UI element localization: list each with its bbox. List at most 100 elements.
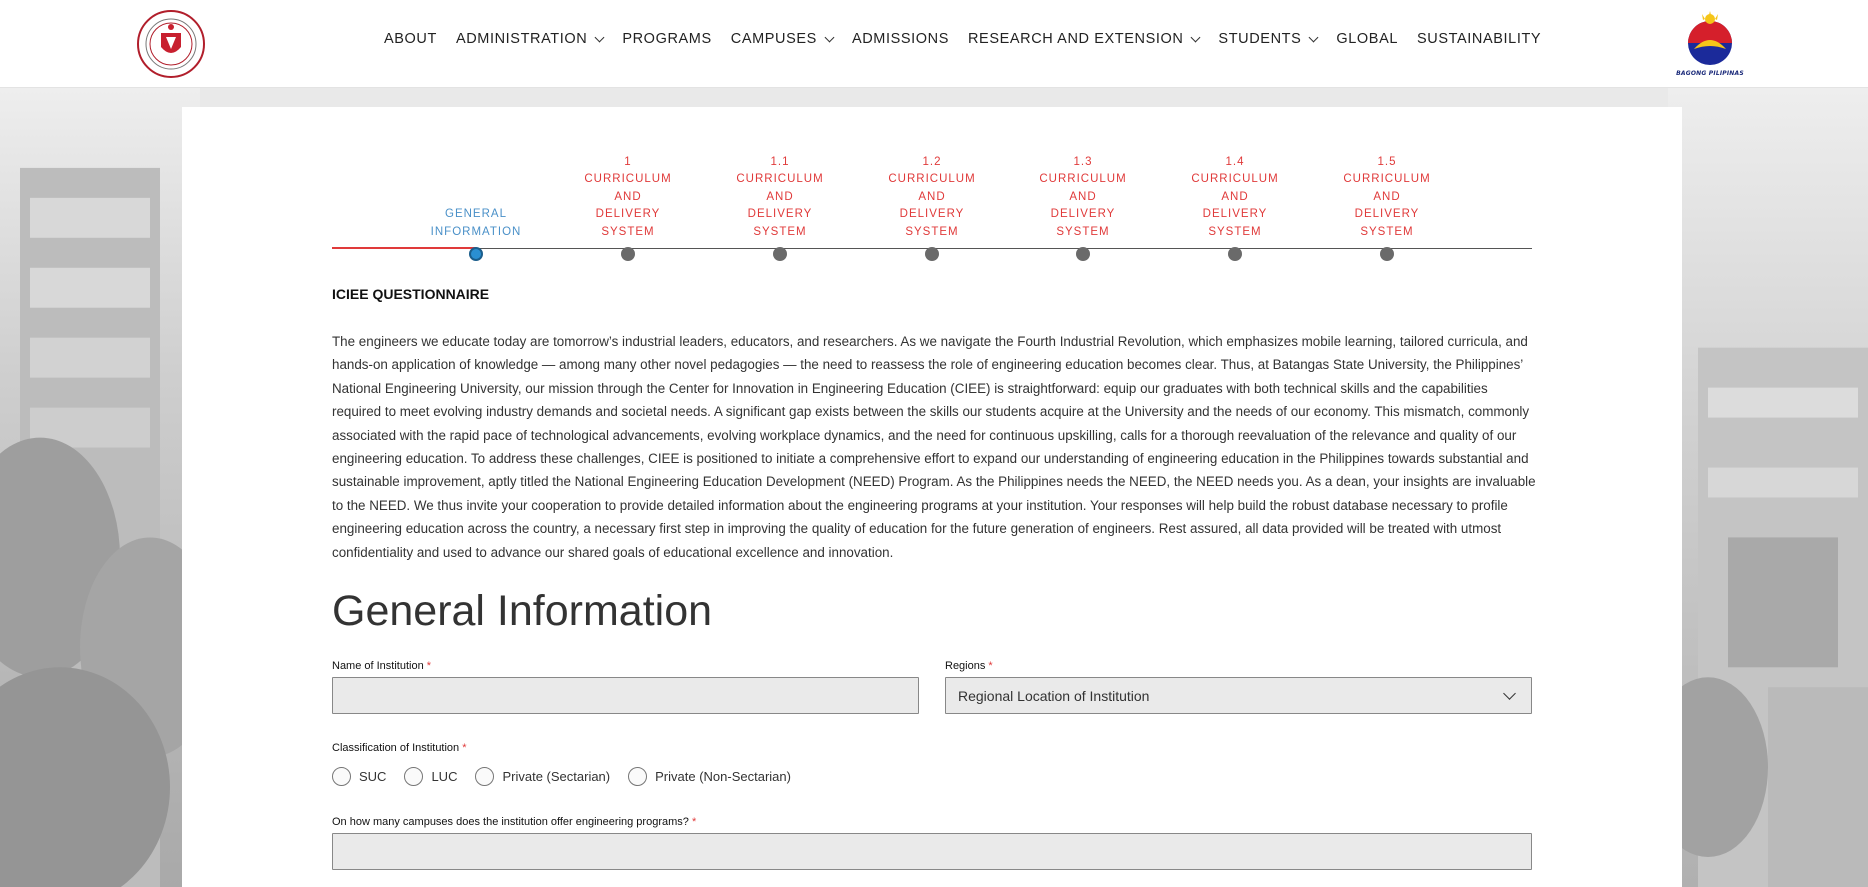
page-title: General Information — [332, 587, 713, 635]
step-label-line: SYSTEM — [1208, 225, 1262, 238]
radio-private-non-sectarian[interactable]: Private (Non-Sectarian) — [628, 767, 791, 786]
radio-suc[interactable]: SUC — [332, 767, 386, 786]
radio-circle-icon[interactable] — [628, 767, 648, 786]
university-seal-icon[interactable] — [136, 9, 206, 79]
step-label-line: AND — [918, 190, 946, 203]
step-dot — [1380, 247, 1394, 261]
required-mark: * — [426, 660, 432, 672]
step-dot-active — [469, 247, 483, 261]
step-label-line: AND — [766, 190, 794, 203]
chevron-down-icon — [594, 32, 605, 42]
step-label-line: CURRICULUM — [736, 173, 824, 185]
regions-label-text: Regions — [945, 660, 986, 672]
step-label-line: DELIVERY — [747, 208, 813, 220]
required-mark: * — [691, 816, 697, 828]
step-label-line: AND — [1069, 190, 1097, 203]
main-navigation: ABOUT ADMINISTRATION PROGRAMS CAMPUSES A… — [384, 31, 1560, 47]
step-label-line: CURRICULUM — [1343, 173, 1431, 185]
nav-admissions[interactable]: ADMISSIONS — [852, 31, 949, 47]
campuses-label: On how many campuses does the institutio… — [332, 816, 696, 828]
nav-campuses[interactable]: CAMPUSES — [731, 31, 835, 47]
form-stepper: GENERAL INFORMATION 1 CURRICULUM AND DEL… — [332, 107, 1532, 267]
questionnaire-heading: ICIEE QUESTIONNAIRE — [332, 286, 490, 302]
nav-about[interactable]: ABOUT — [384, 31, 437, 47]
step-label-line: CURRICULUM — [1039, 173, 1127, 185]
radio-private-sectarian[interactable]: Private (Sectarian) — [475, 767, 610, 786]
nav-sustainability[interactable]: SUSTAINABILITY — [1417, 31, 1541, 47]
step-1-4-curriculum[interactable]: 1.4 CURRICULUM AND DELIVERY SYSTEM — [1180, 107, 1290, 261]
step-label-line: AND — [614, 190, 642, 203]
step-label-line: SYSTEM — [905, 225, 959, 238]
step-label-line: GENERAL — [445, 208, 507, 220]
questionnaire-card: GENERAL INFORMATION 1 CURRICULUM AND DEL… — [182, 107, 1682, 887]
step-label-line: SYSTEM — [601, 225, 655, 238]
questionnaire-intro: The engineers we educate today are tomor… — [332, 334, 1536, 560]
step-label-line: DELIVERY — [595, 208, 661, 220]
step-label-line: DELIVERY — [1354, 208, 1420, 220]
regions-label: Regions * — [945, 660, 993, 672]
step-label-line: 1.3 — [1073, 155, 1093, 168]
step-1-curriculum[interactable]: 1 CURRICULUM AND DELIVERY SYSTEM — [573, 107, 683, 261]
step-dot — [621, 247, 635, 261]
step-label-line: 1.2 — [922, 155, 942, 168]
step-dot — [925, 247, 939, 261]
site-header: ABOUT ADMINISTRATION PROGRAMS CAMPUSES A… — [0, 0, 1868, 88]
institution-name-input[interactable] — [332, 677, 919, 714]
step-label-line: AND — [1221, 190, 1249, 203]
regions-select[interactable]: Regional Location of Institution — [945, 677, 1532, 714]
nav-global[interactable]: GLOBAL — [1336, 31, 1398, 47]
step-label-line: 1.5 — [1377, 155, 1397, 168]
step-label-line: 1.1 — [770, 155, 790, 168]
classification-radio-group: SUC LUC Private (Sectarian) Private (Non… — [332, 767, 809, 786]
step-label-line: DELIVERY — [1050, 208, 1116, 220]
step-label-line: SYSTEM — [753, 225, 807, 238]
step-label-line: DELIVERY — [1202, 208, 1268, 220]
step-dot — [1076, 247, 1090, 261]
step-1-2-curriculum[interactable]: 1.2 CURRICULUM AND DELIVERY SYSTEM — [877, 107, 987, 261]
background-campus-image-left — [0, 88, 200, 887]
background-campus-image-right — [1668, 88, 1868, 887]
radio-circle-icon[interactable] — [475, 767, 495, 786]
chevron-down-icon — [1503, 687, 1516, 700]
institution-label: Name of Institution * — [332, 660, 431, 672]
classification-label-text: Classification of Institution — [332, 742, 460, 754]
radio-label: Private (Sectarian) — [502, 769, 611, 784]
step-general-information[interactable]: GENERAL INFORMATION — [421, 107, 531, 261]
nav-research-and-extension[interactable]: RESEARCH AND EXTENSION — [968, 31, 1201, 47]
step-1-1-curriculum[interactable]: 1.1 CURRICULUM AND DELIVERY SYSTEM — [725, 107, 835, 261]
bagong-pilipinas-logo-icon[interactable]: BAGONG PILIPINAS — [1674, 9, 1746, 79]
step-label-line: 1.4 — [1225, 155, 1245, 168]
step-label-line: DELIVERY — [899, 208, 965, 220]
step-dot — [773, 247, 787, 261]
radio-circle-icon[interactable] — [404, 767, 424, 786]
step-label-line: AND — [1373, 190, 1401, 203]
chevron-down-icon — [1190, 32, 1201, 42]
classification-label: Classification of Institution * — [332, 742, 467, 754]
nav-programs[interactable]: PROGRAMS — [622, 31, 711, 47]
step-1-3-curriculum[interactable]: 1.3 CURRICULUM AND DELIVERY SYSTEM — [1028, 107, 1138, 261]
step-dot — [1228, 247, 1242, 261]
step-label-line: SYSTEM — [1056, 225, 1110, 238]
chevron-down-icon — [1308, 32, 1319, 42]
radio-label: LUC — [431, 769, 458, 784]
step-label-line: SYSTEM — [1360, 225, 1414, 238]
nav-students[interactable]: STUDENTS — [1218, 31, 1319, 47]
step-label-line: 1 — [624, 155, 632, 168]
institution-label-text: Name of Institution — [332, 660, 424, 672]
logo-caption: BAGONG PILIPINAS — [1676, 70, 1744, 77]
radio-circle-icon[interactable] — [332, 767, 351, 786]
chevron-down-icon — [824, 32, 835, 42]
step-label-line: INFORMATION — [430, 225, 522, 238]
regions-selected-value: Regional Location of Institution — [958, 687, 1150, 704]
radio-luc[interactable]: LUC — [404, 767, 457, 786]
campuses-count-input[interactable] — [332, 833, 1532, 870]
nav-administration[interactable]: ADMINISTRATION — [456, 31, 605, 47]
campuses-label-text: On how many campuses does the institutio… — [332, 816, 689, 828]
radio-label: SUC — [359, 769, 387, 784]
required-mark: * — [988, 660, 993, 672]
radio-label: Private (Non-Sectarian) — [655, 769, 791, 784]
step-1-5-curriculum[interactable]: 1.5 CURRICULUM AND DELIVERY SYSTEM — [1332, 107, 1442, 261]
required-mark: * — [462, 742, 467, 754]
step-label-line: CURRICULUM — [584, 173, 672, 185]
step-label-line: CURRICULUM — [888, 173, 976, 185]
